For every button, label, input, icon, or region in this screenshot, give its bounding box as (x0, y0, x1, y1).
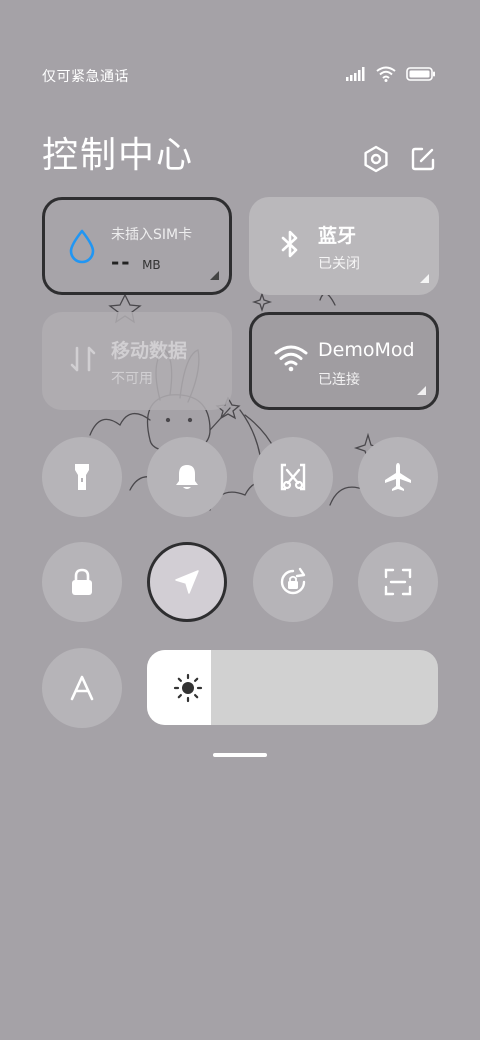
screenshot-button[interactable] (253, 437, 333, 517)
brightness-slider[interactable] (147, 650, 438, 725)
wifi-icon (376, 66, 396, 82)
data-arrows-icon (66, 342, 100, 376)
control-center: 仅可紧急通话 控制中心 未插入SIM卡 -- MB 蓝牙 已关闭 移动数据 不可… (0, 0, 480, 1040)
home-indicator[interactable] (213, 753, 267, 757)
font-a-icon (70, 675, 94, 701)
mobile-data-tile[interactable]: 移动数据 不可用 (42, 312, 232, 410)
scan-icon (384, 568, 412, 596)
mute-button[interactable] (147, 437, 227, 517)
tile-expand-corner (417, 386, 426, 395)
location-arrow-icon (175, 570, 199, 594)
bluetooth-icon (273, 227, 307, 261)
settings-button[interactable] (361, 144, 391, 174)
scan-button[interactable] (358, 542, 438, 622)
bluetooth-status: 已关闭 (318, 256, 360, 272)
signal-icon (346, 67, 365, 81)
lock-screen-button[interactable] (42, 542, 122, 622)
carrier-status: 仅可紧急通话 (42, 69, 129, 85)
flashlight-icon (75, 464, 89, 490)
flashlight-button[interactable] (42, 437, 122, 517)
tile-expand-corner (420, 274, 429, 283)
bluetooth-tile[interactable]: 蓝牙 已关闭 (249, 197, 439, 295)
sim-data-value: -- (111, 250, 132, 274)
wifi-icon (274, 343, 308, 377)
sim-data-unit: MB (142, 258, 161, 272)
rotation-lock-button[interactable] (253, 542, 333, 622)
page-title: 控制中心 (42, 135, 195, 176)
edit-icon (411, 147, 435, 171)
wifi-status: 已连接 (318, 372, 360, 388)
location-button[interactable] (147, 542, 227, 622)
sim-data-usage: -- MB (111, 250, 161, 274)
settings-icon (364, 145, 388, 173)
mobile-data-title: 移动数据 (111, 340, 188, 362)
wifi-network-name: DemoMod (318, 339, 415, 361)
sun-icon (173, 673, 203, 703)
sim-tile-title: 未插入SIM卡 (111, 227, 193, 243)
lock-icon (72, 568, 92, 595)
bluetooth-title: 蓝牙 (318, 225, 357, 247)
bell-icon (176, 465, 198, 489)
water-drop-icon (67, 228, 101, 264)
mobile-data-status: 不可用 (111, 371, 153, 387)
airplane-icon (385, 463, 411, 491)
airplane-mode-button[interactable] (358, 437, 438, 517)
tile-expand-corner (210, 271, 219, 280)
status-icons (346, 66, 436, 82)
edit-button[interactable] (408, 144, 438, 174)
scissors-icon (280, 463, 306, 491)
battery-icon (406, 67, 435, 81)
sim-data-tile[interactable]: 未插入SIM卡 -- MB (42, 197, 232, 295)
rotation-lock-icon (280, 567, 306, 595)
wifi-tile[interactable]: DemoMod 已连接 (249, 312, 439, 410)
font-size-button[interactable] (42, 648, 122, 728)
